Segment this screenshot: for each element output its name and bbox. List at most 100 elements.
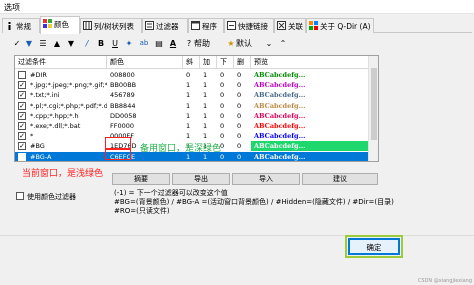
col-strike[interactable]: 删 xyxy=(234,56,251,69)
scroll-thumb[interactable] xyxy=(371,68,377,140)
abc-icon[interactable]: ab xyxy=(138,37,150,50)
tab-color[interactable]: 颜色 xyxy=(40,16,80,34)
default-label[interactable]: 默认 xyxy=(236,37,262,50)
tab-about[interactable]: 关于 Q-Dir (A) xyxy=(306,18,374,33)
row-checkbox[interactable]: ✓ xyxy=(18,122,26,130)
cell-preview[interactable]: ABCabcdefg... xyxy=(251,141,369,152)
cell-u[interactable]: 0 xyxy=(217,70,234,80)
tab-association[interactable]: 关联 xyxy=(274,18,306,33)
list-icon[interactable]: ☰ xyxy=(38,37,48,50)
cell-b[interactable]: 1 xyxy=(200,101,217,111)
list2-icon[interactable]: ▤ xyxy=(154,37,164,50)
cell-filter[interactable]: *.exe;*.dll;*.bat xyxy=(27,121,107,131)
cell-s[interactable]: 0 xyxy=(234,90,251,100)
cell-preview[interactable]: ABCabcdefg... xyxy=(251,151,369,161)
underline-ab-icon[interactable]: A xyxy=(168,37,178,50)
cell-b[interactable]: 1 xyxy=(200,121,217,131)
cell-preview[interactable]: ABCabcdefg... xyxy=(251,111,369,121)
cell-filter[interactable]: *.pl;*.cgi;*.php;*.pdf;*.doc... xyxy=(27,101,107,111)
cell-u[interactable]: 0 xyxy=(217,80,234,90)
cell-i[interactable]: 1 xyxy=(183,90,200,100)
cell-filter[interactable]: *.txt;*.ini xyxy=(27,90,107,100)
summary-button[interactable]: 摘要 xyxy=(112,173,170,185)
cell-s[interactable]: 0 xyxy=(234,70,251,80)
cell-b[interactable]: 1 xyxy=(200,80,217,90)
cell-b[interactable]: 1 xyxy=(200,131,217,141)
cell-preview[interactable]: ABCabcdefg... xyxy=(251,101,369,111)
arrow-down-icon[interactable]: ▼ xyxy=(24,37,34,50)
table-row[interactable]: ✓ *.txt;*.ini 456789 1 1 0 0 ABCabcdefg... xyxy=(15,90,378,100)
col-filter[interactable]: 过滤条件 xyxy=(15,56,107,69)
col-color[interactable]: 颜色 xyxy=(107,56,183,69)
col-underline[interactable]: 下 xyxy=(217,56,234,69)
cell-s[interactable]: 0 xyxy=(234,80,251,90)
cell-filter[interactable]: *.cpp;*.hpp;*.h xyxy=(27,111,107,121)
cell-color[interactable]: 008800 xyxy=(107,70,183,80)
import-button[interactable]: 导入 xyxy=(232,173,300,185)
cell-color[interactable]: FF0000 xyxy=(107,121,183,131)
col-bold[interactable]: 加 xyxy=(200,56,217,69)
tab-columns[interactable]: 列/树状列表 xyxy=(80,18,142,33)
cell-color[interactable]: BB00BB xyxy=(107,80,183,90)
col-italic[interactable]: 斜 xyxy=(183,56,200,69)
tab-general[interactable]: 常规 xyxy=(2,18,40,33)
use-color-filter-checkbox[interactable] xyxy=(16,192,24,200)
tab-program[interactable]: 程序 xyxy=(188,18,224,33)
export-button[interactable]: 导出 xyxy=(172,173,230,185)
cell-i[interactable]: 1 xyxy=(183,111,200,121)
underline-icon[interactable]: U xyxy=(110,37,120,50)
tab-filter[interactable]: 过滤器 xyxy=(142,18,188,33)
move-up-icon[interactable]: ✓ xyxy=(12,37,22,50)
grid-scrollbar[interactable] xyxy=(368,56,378,161)
cell-preview[interactable]: ABCabcdefg... xyxy=(251,80,369,90)
cell-s[interactable]: 0 xyxy=(234,131,251,141)
row-checkbox[interactable]: ✓ xyxy=(18,142,26,151)
cell-u[interactable]: 0 xyxy=(217,121,234,131)
cell-u[interactable]: 0 xyxy=(217,101,234,111)
suggest-button[interactable]: 建议 xyxy=(302,173,378,185)
cell-preview[interactable]: ABCabcdefg... xyxy=(251,131,369,141)
row-checkbox[interactable]: ✓ xyxy=(18,152,26,161)
strike-icon[interactable]: ✦ xyxy=(124,37,134,50)
cell-s[interactable]: 0 xyxy=(234,121,251,131)
arrow-up-icon[interactable]: ▲ xyxy=(52,37,62,50)
expand-icon[interactable]: ⌃ xyxy=(278,37,288,50)
table-row[interactable]: ✓ *.exe;*.dll;*.bat FF0000 1 1 0 0 ABCabcdefg..… xyxy=(15,121,378,131)
cell-preview[interactable]: ABCabcdefg... xyxy=(251,70,369,80)
cell-filter[interactable]: * xyxy=(27,131,107,141)
row-checkbox[interactable]: ✓ xyxy=(18,91,26,100)
cell-filter[interactable]: #BG xyxy=(27,141,107,151)
cell-u[interactable]: 0 xyxy=(217,90,234,100)
row-checkbox[interactable] xyxy=(18,71,26,79)
italic-icon[interactable]: / xyxy=(82,37,92,50)
cell-i[interactable]: 0 xyxy=(183,70,200,80)
cell-color[interactable]: DD0058 xyxy=(107,111,183,121)
cell-b[interactable]: 1 xyxy=(200,111,217,121)
cell-u[interactable]: 0 xyxy=(217,131,234,141)
cell-i[interactable]: 1 xyxy=(183,101,200,111)
cell-s[interactable]: 0 xyxy=(234,101,251,111)
cell-i[interactable]: 1 xyxy=(183,80,200,90)
row-checkbox[interactable]: ✓ xyxy=(18,101,26,110)
cell-s[interactable]: 0 xyxy=(234,111,251,121)
collapse-icon[interactable]: ⌄ xyxy=(264,37,274,50)
table-row[interactable]: ✓*.jpg;*.jpeg;*.png;*.gif;*.b...BB00BB11… xyxy=(15,80,378,90)
cell-i[interactable]: 1 xyxy=(183,131,200,141)
cell-u[interactable]: 0 xyxy=(217,111,234,121)
table-row[interactable]: ✓*.pl;*.cgi;*.php;*.pdf;*.doc...BB884411… xyxy=(15,101,378,111)
cell-filter[interactable]: *.jpg;*.jpeg;*.png;*.gif;*.b... xyxy=(27,80,107,90)
col-preview[interactable]: 预览 xyxy=(251,56,369,69)
bold-icon[interactable]: B xyxy=(96,37,106,50)
row-checkbox[interactable]: ✓ xyxy=(18,132,26,141)
cell-s[interactable]: 0 xyxy=(234,152,251,161)
cell-preview[interactable]: ABCabcdefg... xyxy=(251,121,369,131)
default-icon[interactable]: ★ xyxy=(226,37,236,50)
cell-s[interactable]: 0 xyxy=(234,141,251,151)
arrow-down-small-icon[interactable]: ▼ xyxy=(66,37,76,50)
cell-b[interactable]: 1 xyxy=(200,70,217,80)
cell-preview[interactable]: ABCabcdefg... xyxy=(251,90,369,100)
cell-color[interactable]: BB8844 xyxy=(107,101,183,111)
ok-button[interactable]: 确定 xyxy=(345,235,403,258)
help-label[interactable]: 帮助 xyxy=(194,37,220,50)
cell-color[interactable]: 456789 xyxy=(107,90,183,100)
